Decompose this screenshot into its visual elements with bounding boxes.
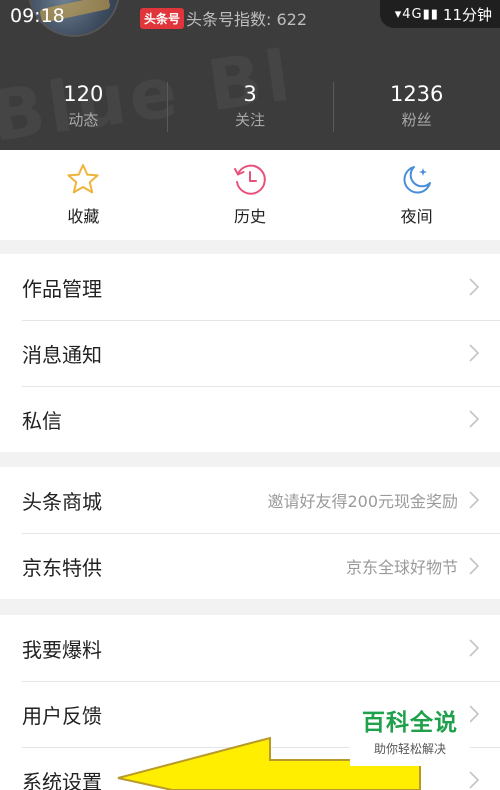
status-bar-right: ▾4G▮▮ 11分钟	[380, 0, 500, 28]
moon-icon	[403, 166, 431, 194]
stat-label: 粉丝	[401, 111, 432, 129]
menu-item-label: 头条商城	[22, 489, 102, 514]
night-mode-button[interactable]: 夜间	[333, 150, 500, 240]
clock-icon	[234, 164, 266, 195]
menu-item-mall[interactable]: 头条商城 邀请好友得200元现金奖励	[0, 467, 500, 533]
stats-bar: 120 动态 3 关注 1236 粉丝	[0, 80, 500, 136]
toutiao-badge: 头条号	[140, 8, 185, 29]
stat-label: 动态	[68, 111, 99, 129]
menu-item-messages[interactable]: 私信	[0, 386, 500, 452]
menu-item-label: 私信	[22, 408, 62, 433]
favorites-button[interactable]: 收藏	[0, 150, 167, 240]
star-icon	[67, 164, 99, 194]
menu-item-label: 系统设置	[22, 769, 102, 790]
stat-label: 关注	[235, 111, 266, 129]
menu-item-report[interactable]: 我要爆料	[0, 615, 500, 681]
menu-item-works[interactable]: 作品管理	[0, 254, 500, 320]
menu-item-label: 我要爆料	[22, 637, 102, 662]
quick-actions: 收藏 历史 夜间	[0, 150, 500, 240]
chevron-right-icon	[469, 410, 480, 428]
menu-item-hint: 京东全球好物节	[345, 558, 458, 577]
menu-item-hint: 邀请好友得200元现金奖励	[267, 492, 458, 511]
chevron-right-icon	[469, 557, 480, 575]
status-right-text: 11分钟	[442, 5, 492, 24]
stat-posts[interactable]: 120 动态	[0, 80, 167, 136]
menu-item-jd[interactable]: 京东特供 京东全球好物节	[0, 533, 500, 599]
watermark-subtitle: 助你轻松解决	[373, 742, 446, 756]
chevron-right-icon	[469, 639, 480, 657]
menu-item-label: 消息通知	[22, 342, 102, 367]
stat-value: 3	[243, 82, 257, 106]
menu-group-shop: 头条商城 邀请好友得200元现金奖励 京东特供 京东全球好物节	[0, 467, 500, 599]
profile-header: Blue Bl 09:18 头条号 头条号指数: 622 ▾4G▮▮ 11分钟 …	[0, 0, 500, 150]
stat-following[interactable]: 3 关注	[166, 80, 334, 136]
status-time: 09:18	[10, 5, 65, 27]
menu-group-content: 作品管理 消息通知 私信	[0, 254, 500, 452]
menu-item-notifications[interactable]: 消息通知	[0, 320, 500, 386]
watermark-logo: 百科全说 助你轻松解决	[350, 704, 470, 766]
watermark-title: 百科全说	[362, 710, 458, 736]
chevron-right-icon	[469, 278, 480, 296]
menu-item-label: 作品管理	[22, 276, 102, 301]
favorites-label: 收藏	[67, 207, 100, 226]
menu-item-label: 京东特供	[22, 555, 102, 580]
chevron-right-icon	[469, 771, 480, 789]
chevron-right-icon	[469, 344, 480, 362]
toutiao-index: 头条号指数: 622	[186, 10, 308, 29]
signal-icon: ▾4G▮▮	[394, 6, 439, 22]
chevron-right-icon	[469, 491, 480, 509]
stat-value: 1236	[389, 82, 444, 106]
stat-value: 120	[63, 82, 104, 106]
history-button[interactable]: 历史	[167, 150, 334, 240]
stat-followers[interactable]: 1236 粉丝	[333, 80, 500, 136]
history-label: 历史	[234, 207, 267, 226]
night-mode-label: 夜间	[400, 207, 433, 226]
